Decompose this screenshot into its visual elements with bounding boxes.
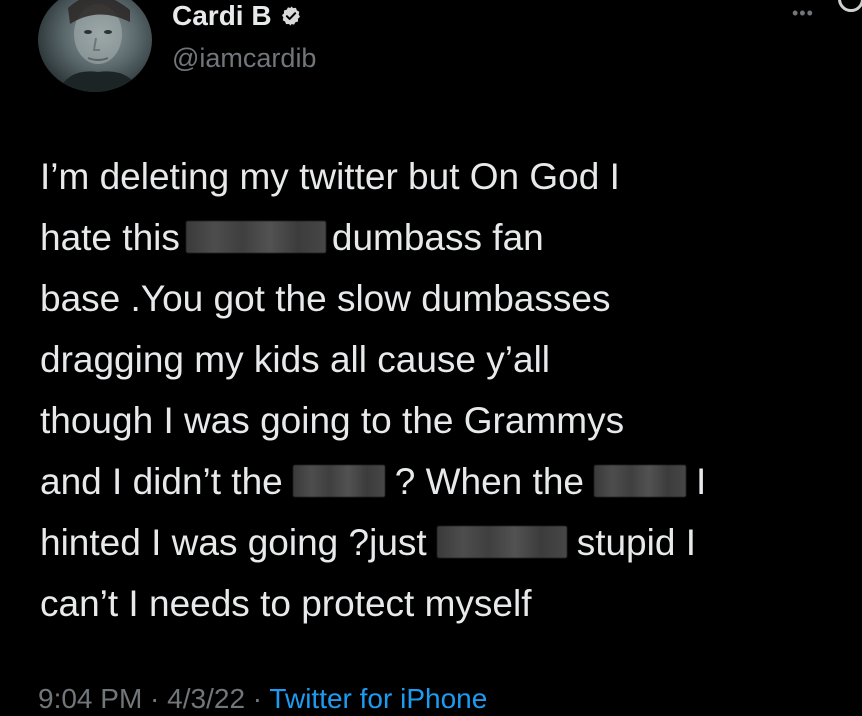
tweet-text-segment: base .You got the slow dumbasses — [40, 278, 611, 319]
tweet-text-segment: stupid I — [576, 522, 696, 563]
tweet-line-8: can’t I needs to protect myself — [40, 573, 840, 634]
tweet-meta: 9:04 PM · 4/3/22 · Twitter for iPhone — [38, 682, 487, 716]
tweet-text-segment: can’t I needs to protect myself — [40, 583, 532, 624]
author-handle[interactable]: @iamcardib — [172, 42, 316, 74]
tweet-text-segment: and I didn’t the — [40, 461, 283, 502]
redacted-word — [593, 465, 686, 497]
corner-ring-decoration — [838, 0, 862, 12]
tweet-text-segment: ? When the — [394, 461, 584, 502]
tweet-text-segment: hinted I was going ?just — [40, 522, 427, 563]
tweet-text-segment: dragging my kids all cause y’all — [40, 339, 551, 380]
redacted-word — [292, 465, 385, 497]
tweet-line-3: base .You got the slow dumbasses — [40, 268, 840, 329]
redacted-word — [185, 221, 326, 253]
tweet-date[interactable]: 4/3/22 — [167, 683, 245, 714]
tweet-line-1: I’m deleting my twitter but On God I — [40, 146, 840, 207]
tweet-text-segment: though I was going to the Grammys — [40, 400, 625, 441]
tweet-text: I’m deleting my twitter but On God I hat… — [40, 146, 840, 634]
tweet-line-7: hinted I was going ?just stupid I — [40, 512, 840, 573]
tweet-source-link[interactable]: Twitter for iPhone — [269, 683, 487, 714]
tweet-text-segment: hate this — [40, 217, 180, 258]
more-options-icon[interactable]: ••• — [792, 4, 814, 22]
meta-separator: · — [245, 683, 270, 714]
redacted-word — [436, 526, 567, 558]
tweet-text-segment: I’m deleting my twitter but On God I — [40, 156, 620, 197]
tweet-text-segment: dumbass fan — [331, 217, 544, 258]
tweet-line-4: dragging my kids all cause y’all — [40, 329, 840, 390]
avatar[interactable] — [38, 0, 152, 92]
tweet-line-6: and I didn’t the ? When the I — [40, 451, 840, 512]
author-display-name-row[interactable]: Cardi B — [172, 0, 302, 32]
meta-separator: · — [142, 683, 168, 714]
author-display-name[interactable]: Cardi B — [172, 0, 272, 32]
verified-badge-icon — [280, 5, 302, 27]
tweet-time[interactable]: 9:04 PM — [38, 683, 142, 714]
tweet-text-segment: I — [695, 461, 707, 502]
tweet-line-5: though I was going to the Grammys — [40, 390, 840, 451]
avatar-image — [58, 0, 140, 92]
tweet-line-2: hate this dumbass fan — [40, 207, 840, 268]
